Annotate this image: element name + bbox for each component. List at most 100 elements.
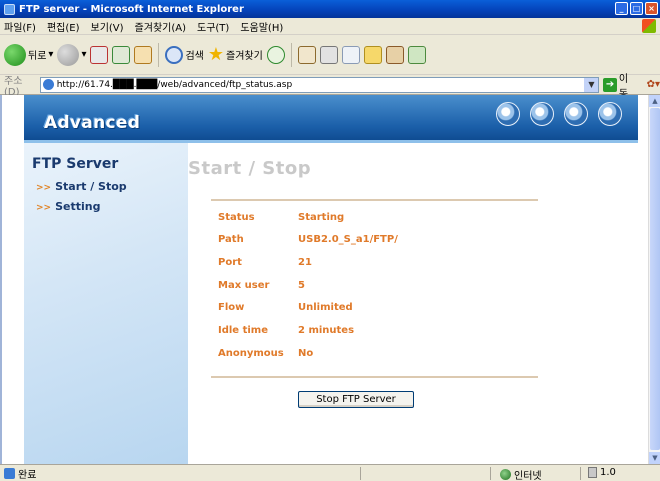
trash-icon — [588, 467, 597, 478]
print-icon[interactable] — [319, 45, 338, 64]
menubar: 파일(F) 편집(E) 보기(V) 즐겨찾기(A) 도구(T) 도움말(H) — [0, 18, 660, 35]
page-viewport: Advanced FTP Server >> Start / Stop >> Set… — [0, 95, 648, 464]
sidebar-item-label: Start / Stop — [55, 180, 127, 193]
sidebar: FTP Server >> Start / Stop >> Setting — [24, 143, 188, 464]
sidebar-item-setting[interactable]: >> Setting — [36, 200, 100, 213]
globe-icon[interactable] — [496, 102, 520, 126]
messenger-icon[interactable] — [407, 45, 426, 64]
ie-icon — [4, 3, 15, 15]
zoom-indicator: 1.0 — [588, 467, 616, 478]
search-label: 검색 — [185, 51, 204, 62]
info-value: No — [298, 348, 314, 359]
banner-title: Advanced — [44, 113, 141, 133]
divider — [211, 376, 538, 378]
info-value: 5 — [298, 280, 305, 291]
info-label: Port — [218, 257, 242, 268]
window-title: FTP server - Microsoft Internet Explorer — [19, 3, 244, 15]
window-controls: _ □ × — [615, 2, 658, 15]
scroll-down-arrow-icon[interactable]: ▼ — [649, 452, 660, 464]
search-button[interactable]: 검색 — [165, 45, 204, 64]
globe-icon[interactable] — [564, 102, 588, 126]
banner-globes — [496, 102, 622, 126]
globe-icon[interactable] — [598, 102, 622, 126]
security-zone: 인터넷 — [500, 467, 542, 481]
info-row-max-user: Max user 5 — [218, 280, 305, 296]
zoom-label: 1.0 — [600, 467, 616, 478]
address-input[interactable]: http://61.74.███.███/web/advanced/ftp_st… — [39, 76, 600, 93]
info-value: Unlimited — [298, 302, 353, 313]
scroll-thumb[interactable] — [650, 108, 660, 450]
info-row-flow: Flow Unlimited — [218, 302, 353, 318]
back-label: 뒤로 — [28, 51, 47, 62]
chevron-down-icon[interactable]: ▼ — [584, 77, 599, 92]
favorites-button[interactable]: ★ 즐겨찾기 — [208, 44, 263, 65]
scroll-up-arrow-icon[interactable]: ▲ — [649, 95, 660, 107]
back-arrow-icon — [4, 43, 26, 66]
research-icon[interactable] — [385, 45, 404, 64]
address-bar: 주소(D) http://61.74.███.███/web/advanced/… — [0, 74, 660, 100]
vertical-scrollbar[interactable]: ▲ ▼ — [648, 95, 660, 464]
info-row-status: Status Starting — [218, 212, 344, 228]
edit-icon[interactable] — [341, 45, 360, 64]
maximize-button[interactable]: □ — [630, 2, 643, 15]
forward-arrow-icon — [57, 43, 80, 66]
search-icon — [165, 45, 184, 64]
info-row-port: Port 21 — [218, 257, 312, 273]
folder-icon[interactable] — [363, 45, 382, 64]
globe-icon[interactable] — [530, 102, 554, 126]
info-label: Max user — [218, 280, 270, 291]
status-divider — [360, 467, 361, 480]
page-done-icon — [4, 467, 15, 479]
info-label: Path — [218, 234, 244, 245]
info-label: Status — [218, 212, 255, 223]
info-row-idle-time: Idle time 2 minutes — [218, 325, 354, 341]
address-url: http://61.74.███.███/web/advanced/ftp_st… — [56, 79, 293, 90]
info-value: Starting — [298, 212, 345, 223]
toolbar: 뒤로 ▾ ▾ 검색 ★ 즐겨찾기 — [0, 35, 660, 75]
info-value: 21 — [298, 257, 312, 268]
double-chevron-icon: >> — [36, 203, 52, 213]
favorites-label: 즐겨찾기 — [226, 51, 263, 62]
menu-view[interactable]: 보기(V) — [91, 19, 124, 34]
address-label: 주소(D) — [4, 75, 23, 98]
stop-icon[interactable] — [90, 45, 109, 64]
history-icon[interactable] — [266, 45, 285, 64]
chevron-down-icon: ▾ — [81, 49, 87, 60]
status-text: 완료 — [18, 469, 37, 481]
mail-icon[interactable] — [297, 45, 316, 64]
go-arrow-icon: ➔ — [603, 77, 617, 92]
refresh-icon[interactable] — [112, 45, 131, 64]
sidebar-item-label: Setting — [55, 200, 101, 213]
star-icon: ★ — [207, 44, 225, 65]
sidebar-item-start-stop[interactable]: >> Start / Stop — [36, 180, 127, 193]
sidebar-title: FTP Server — [32, 156, 119, 172]
menu-file[interactable]: 파일(F) — [4, 19, 36, 34]
menu-help[interactable]: 도움말(H) — [240, 19, 283, 34]
page-icon — [42, 79, 54, 90]
close-button[interactable]: × — [645, 2, 658, 15]
page-title: Start / Stop — [188, 158, 312, 179]
forward-button[interactable]: ▾ — [57, 43, 87, 66]
info-label: Idle time — [218, 325, 268, 336]
info-value: USB2.0_S_a1/FTP/ — [298, 234, 398, 245]
page-banner: Advanced — [24, 95, 638, 140]
double-chevron-icon: >> — [36, 183, 52, 193]
divider — [211, 199, 538, 201]
window-titlebar: FTP server - Microsoft Internet Explorer… — [0, 0, 660, 18]
menu-favorites[interactable]: 즐겨찾기(A) — [135, 19, 186, 34]
home-icon[interactable] — [134, 45, 153, 64]
links-icon[interactable]: ✿▾ — [647, 79, 660, 90]
status-divider — [490, 467, 491, 480]
toolbar-separator — [158, 42, 160, 67]
info-label: Flow — [218, 302, 245, 313]
status-divider — [580, 467, 581, 480]
zone-label: 인터넷 — [514, 471, 542, 481]
menu-edit[interactable]: 편집(E) — [47, 19, 80, 34]
toolbar-separator — [290, 42, 292, 67]
menu-tools[interactable]: 도구(T) — [197, 19, 229, 34]
back-button[interactable]: 뒤로 ▾ — [4, 43, 53, 66]
stop-ftp-server-button[interactable]: Stop FTP Server — [298, 391, 414, 408]
info-row-path: Path USB2.0_S_a1/FTP/ — [218, 234, 398, 250]
internet-zone-icon — [500, 469, 511, 480]
minimize-button[interactable]: _ — [615, 2, 628, 15]
